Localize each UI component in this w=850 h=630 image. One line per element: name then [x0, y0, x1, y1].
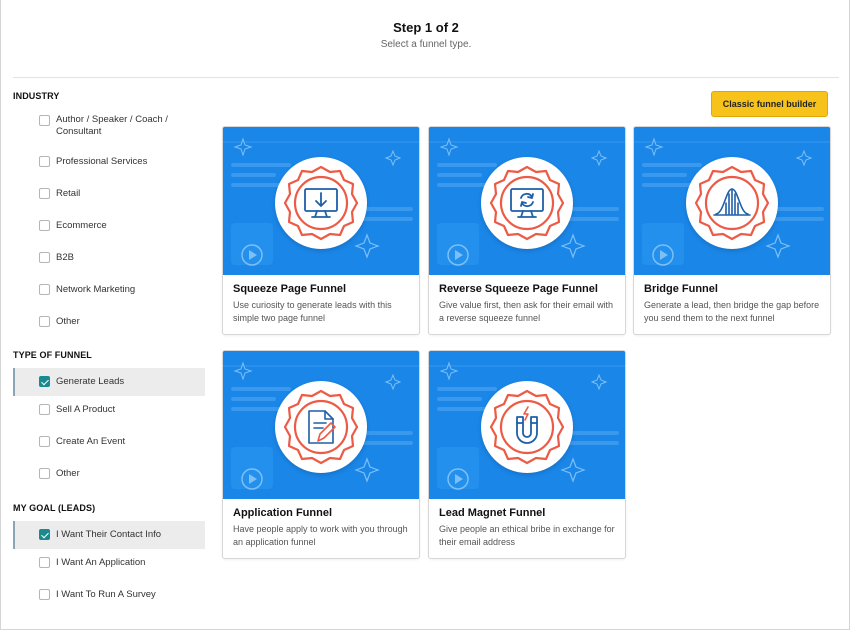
filter-type-generate-leads[interactable]: Generate Leads [13, 368, 205, 396]
filter-goal-contact-info[interactable]: I Want Their Contact Info [13, 521, 205, 549]
my-goal-section-title: MY GOAL (LEADS) [13, 503, 96, 513]
checkbox[interactable] [39, 156, 50, 167]
filter-label: I Want To Run A Survey [56, 589, 156, 600]
checkbox[interactable] [39, 115, 50, 126]
card-title: Lead Magnet Funnel [439, 507, 546, 519]
filter-label: B2B [56, 252, 74, 263]
filter-type-create-an-event[interactable]: Create An Event [13, 436, 205, 448]
filter-industry-other[interactable]: Other [13, 316, 205, 328]
icon-badge [686, 157, 778, 249]
filter-label: Other [56, 316, 80, 327]
funnel-card-lead-magnet[interactable]: Lead Magnet Funnel Give people an ethica… [428, 350, 626, 559]
checkbox[interactable] [39, 436, 50, 447]
magnet-icon [489, 389, 565, 465]
filter-label: Generate Leads [56, 376, 125, 387]
type-of-funnel-section-title: TYPE OF FUNNEL [13, 350, 92, 360]
card-title: Squeeze Page Funnel [233, 283, 347, 295]
checkbox[interactable] [39, 188, 50, 199]
card-description: Have people apply to work with you throu… [233, 524, 408, 547]
checkbox[interactable] [39, 252, 50, 263]
funnel-card-reverse-squeeze-page[interactable]: Reverse Squeeze Page Funnel Give value f… [428, 126, 626, 335]
card-illustration [223, 127, 419, 275]
filter-label: Network Marketing [56, 284, 136, 295]
card-illustration [634, 127, 830, 275]
card-illustration [429, 127, 625, 275]
checkbox-checked[interactable] [39, 529, 50, 540]
checkbox[interactable] [39, 589, 50, 600]
monitor-refresh-icon [489, 165, 565, 241]
checkbox[interactable] [39, 220, 50, 231]
filter-goal-application[interactable]: I Want An Application [13, 557, 205, 569]
filter-industry-ecommerce[interactable]: Ecommerce [13, 220, 205, 232]
card-illustration [223, 351, 419, 499]
filter-label: Other [56, 468, 80, 479]
filter-industry-network-marketing[interactable]: Network Marketing [13, 284, 205, 296]
industry-section-title: INDUSTRY [13, 91, 60, 101]
funnel-card-bridge[interactable]: Bridge Funnel Generate a lead, then brid… [633, 126, 831, 335]
card-description: Generate a lead, then bridge the gap bef… [644, 300, 820, 323]
filter-label: Sell A Product [56, 404, 116, 415]
funnel-card-squeeze-page[interactable]: Squeeze Page Funnel Use curiosity to gen… [222, 126, 420, 335]
funnel-card-application[interactable]: Application Funnel Have people apply to … [222, 350, 420, 559]
filter-label: Ecommerce [56, 220, 107, 231]
filter-label: Retail [56, 188, 81, 199]
filter-label: Create An Event [56, 436, 126, 447]
checkbox[interactable] [39, 316, 50, 327]
filter-industry-b2b[interactable]: B2B [13, 252, 205, 264]
document-pen-icon [283, 389, 359, 465]
filter-goal-survey[interactable]: I Want To Run A Survey [13, 589, 205, 601]
icon-badge [275, 157, 367, 249]
checkbox[interactable] [39, 404, 50, 415]
card-title: Bridge Funnel [644, 283, 718, 295]
monitor-download-icon [283, 165, 359, 241]
checkbox-checked[interactable] [39, 376, 50, 387]
filter-label: Author / Speaker / Coach / Consultant [56, 114, 168, 137]
filter-label: I Want Their Contact Info [56, 529, 162, 540]
step-subtitle: Select a funnel type. [380, 39, 472, 50]
filter-industry-professional-services[interactable]: Professional Services [13, 156, 205, 168]
step-header: Step 1 of 2 Select a funnel type. [1, 20, 850, 50]
filter-type-other[interactable]: Other [13, 468, 205, 480]
card-description: Give value first, then ask for their ema… [439, 300, 614, 323]
filter-label: I Want An Application [56, 557, 146, 568]
header-divider [13, 77, 839, 78]
checkbox[interactable] [39, 468, 50, 479]
filter-industry-author[interactable]: Author / Speaker / Coach / Consultant [13, 114, 205, 138]
filter-industry-retail[interactable]: Retail [13, 188, 205, 200]
card-illustration [429, 351, 625, 499]
app-frame: Step 1 of 2 Select a funnel type. INDUST… [0, 0, 850, 630]
step-title: Step 1 of 2 [393, 20, 459, 35]
card-title: Reverse Squeeze Page Funnel [439, 283, 598, 295]
card-title: Application Funnel [233, 507, 332, 519]
card-description: Use curiosity to generate leads with thi… [233, 300, 392, 323]
classic-funnel-builder-button[interactable]: Classic funnel builder [711, 91, 828, 117]
checkbox[interactable] [39, 557, 50, 568]
filter-type-sell-a-product[interactable]: Sell A Product [13, 404, 205, 416]
card-description: Give people an ethical bribe in exchange… [439, 524, 615, 547]
icon-badge [275, 381, 367, 473]
icon-badge [481, 157, 573, 249]
bell-curve-icon [694, 165, 770, 241]
checkbox[interactable] [39, 284, 50, 295]
icon-badge [481, 381, 573, 473]
filter-label: Professional Services [56, 156, 148, 167]
